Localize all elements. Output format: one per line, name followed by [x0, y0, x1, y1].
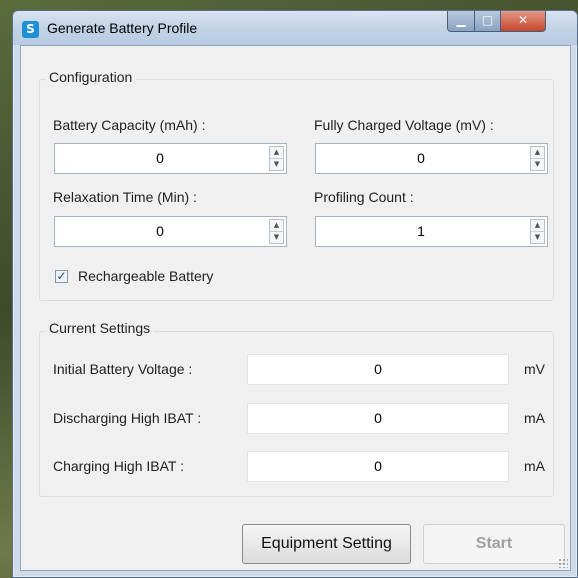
spin-up-icon[interactable]: ▲ — [531, 220, 544, 232]
resize-grip-icon[interactable] — [558, 558, 568, 568]
spin-down-icon[interactable]: ▼ — [531, 232, 544, 243]
initial-battery-voltage-label: Initial Battery Voltage : — [53, 361, 193, 377]
discharging-high-ibat-label: Discharging High IBAT : — [53, 410, 202, 426]
profiling-count-label: Profiling Count : — [314, 189, 414, 205]
discharging-high-ibat-field[interactable]: 0 — [247, 403, 509, 434]
battery-capacity-label: Battery Capacity (mAh) : — [53, 117, 206, 133]
discharging-high-ibat-unit: mA — [524, 410, 545, 426]
charging-high-ibat-field[interactable]: 0 — [247, 451, 509, 482]
spin-down-icon[interactable]: ▼ — [531, 159, 544, 170]
start-button[interactable]: Start — [423, 524, 565, 564]
battery-capacity-spin-arrows[interactable]: ▲ ▼ — [269, 146, 284, 171]
dialog-window: S Generate Battery Profile ▁ □ ✕ Configu… — [12, 10, 578, 578]
fully-charged-voltage-label: Fully Charged Voltage (mV) : — [314, 117, 494, 133]
spin-up-icon[interactable]: ▲ — [531, 147, 544, 159]
charging-high-ibat-unit: mA — [524, 458, 545, 474]
profiling-count-spinbox[interactable]: 1 ▲ ▼ — [315, 216, 548, 247]
fully-charged-voltage-spinbox[interactable]: 0 ▲ ▼ — [315, 143, 548, 174]
configuration-group-title: Configuration — [45, 69, 137, 85]
app-icon: S — [22, 21, 39, 38]
spin-down-icon[interactable]: ▼ — [270, 159, 283, 170]
fully-charged-voltage-value[interactable]: 0 — [316, 144, 526, 173]
window-title: Generate Battery Profile — [47, 20, 198, 36]
spin-up-icon[interactable]: ▲ — [270, 220, 283, 232]
close-button[interactable]: ✕ — [500, 11, 546, 32]
charging-high-ibat-label: Charging High IBAT : — [53, 458, 184, 474]
equipment-setting-button[interactable]: Equipment Setting — [242, 524, 411, 564]
relaxation-time-value[interactable]: 0 — [55, 217, 265, 246]
fully-charged-voltage-spin-arrows[interactable]: ▲ ▼ — [530, 146, 545, 171]
dialog-client-area: Configuration Battery Capacity (mAh) : 0… — [20, 45, 571, 571]
relaxation-time-label: Relaxation Time (Min) : — [53, 189, 197, 205]
relaxation-time-spinbox[interactable]: 0 ▲ ▼ — [54, 216, 287, 247]
battery-capacity-spinbox[interactable]: 0 ▲ ▼ — [54, 143, 287, 174]
rechargeable-battery-label[interactable]: Rechargeable Battery — [78, 268, 213, 284]
rechargeable-battery-checkbox[interactable]: ✓ — [55, 270, 68, 283]
minimize-button[interactable]: ▁ — [447, 11, 475, 32]
initial-battery-voltage-unit: mV — [524, 361, 545, 377]
battery-capacity-value[interactable]: 0 — [55, 144, 265, 173]
profiling-count-spin-arrows[interactable]: ▲ ▼ — [530, 219, 545, 244]
spin-up-icon[interactable]: ▲ — [270, 147, 283, 159]
relaxation-time-spin-arrows[interactable]: ▲ ▼ — [269, 219, 284, 244]
profiling-count-value[interactable]: 1 — [316, 217, 526, 246]
title-bar[interactable]: S Generate Battery Profile ▁ □ ✕ — [13, 11, 577, 45]
spin-down-icon[interactable]: ▼ — [270, 232, 283, 243]
initial-battery-voltage-field[interactable]: 0 — [247, 354, 509, 385]
maximize-button[interactable]: □ — [474, 11, 501, 32]
current-settings-group-title: Current Settings — [45, 320, 155, 336]
